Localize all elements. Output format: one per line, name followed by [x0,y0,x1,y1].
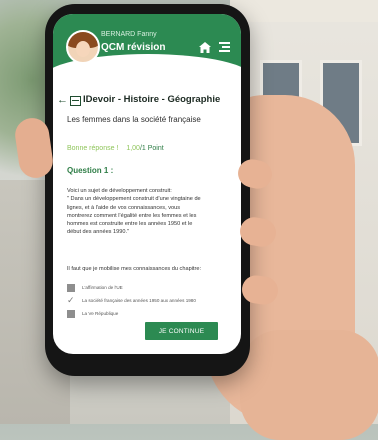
answer-option[interactable]: L'affirmation de l'UE [67,284,237,293]
question-label: Question 1 : [67,166,114,175]
score-row: Bonne réponse ! 1,00/1 Point [67,145,164,152]
score-points: /1 Point [139,145,164,152]
question-line: hommes est construite entre les années 1… [67,221,193,228]
question-line: " Dans un développement construit d'une … [67,196,201,203]
app-header: BERNARD Fanny QCM révision [53,14,241,94]
question-line: lignes, et à l'aide de vos connaissances… [67,204,181,211]
avatar[interactable] [66,30,100,64]
background-cornice [230,0,378,22]
home-icon[interactable] [199,42,211,53]
phone-screen: BERNARD Fanny QCM révision ← IDevoir - H… [53,14,241,354]
list-icon [70,96,81,106]
score-number: 1,00 [126,145,140,152]
score-label: Bonne réponse ! [67,145,119,152]
back-arrow-icon[interactable]: ← [57,93,68,107]
answer-checkbox[interactable] [67,284,75,292]
answer-option-selected[interactable]: ✓ La société française des années 1950 a… [67,296,237,306]
answer-label: L'affirmation de l'UE [82,285,123,290]
question-line: montrerez comment l'égalité entre les fe… [67,212,197,219]
chapter-title: Les femmes dans la société française [67,115,201,124]
answer-label: La Ve République [82,311,119,316]
avatar-face [76,41,90,57]
menu-icon[interactable] [219,42,230,53]
checkmark-icon[interactable]: ✓ [67,296,75,305]
answer-option[interactable]: La Ve République [67,310,237,319]
continue-button[interactable]: JE CONTINUE [145,322,218,340]
breadcrumb-title: IDevoir - Histoire - Géographie [83,94,221,105]
question-line: début des années 1990." [67,229,130,236]
question-text: Voici un sujet de développement construi… [67,187,233,237]
app-title: QCM révision [101,42,166,53]
breadcrumb: ← IDevoir - Histoire - Géographie [57,93,241,109]
user-name: BERNARD Fanny [101,31,157,38]
answer-label: La société française des années 1950 aux… [82,298,196,303]
question-instruction: Il faut que je mobilise mes connaissance… [67,266,202,272]
score-value: 1,00/1 Point [126,145,163,152]
question-line: Voici un sujet de développement construi… [67,188,172,194]
answer-checkbox[interactable] [67,310,75,318]
